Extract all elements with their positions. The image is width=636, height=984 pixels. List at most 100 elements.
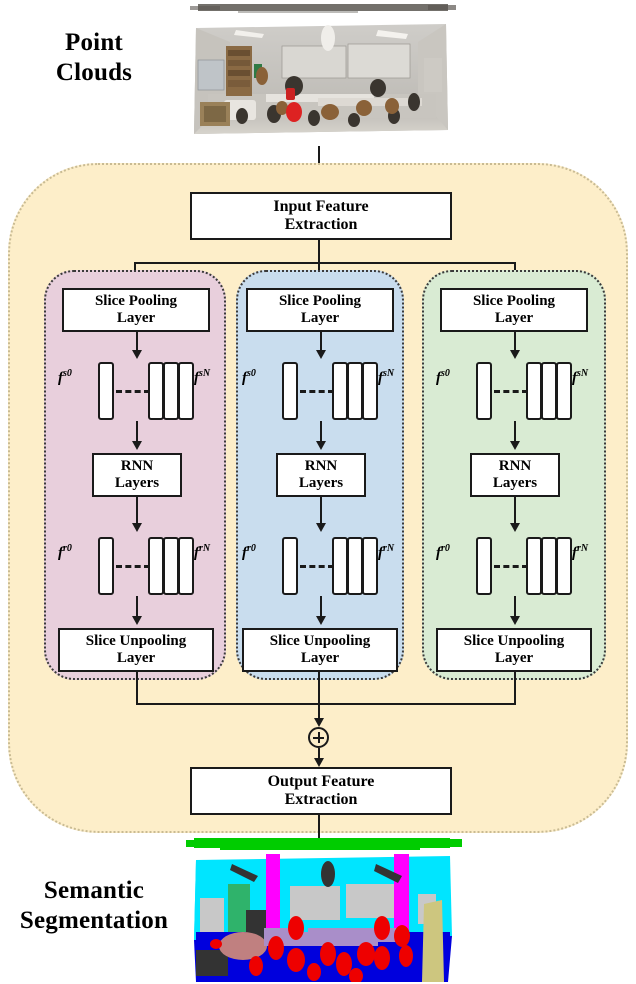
arrowhead-0-feat-to-unpool: [132, 616, 142, 625]
arrowhead-0-rnn-to-feat: [132, 523, 142, 532]
slice-unpooling-block-0[interactable]: Slice Unpooling Layer: [58, 628, 214, 672]
feature-bar-2-first: [476, 362, 492, 420]
rnn-feature-slices-1: fr0 frN: [242, 537, 396, 595]
arrowhead-2-pool-to-feat: [510, 350, 520, 359]
slice-pooling-2-line-2: Layer: [494, 310, 534, 326]
feature-label-2-left: fs0: [436, 368, 450, 386]
sum-node[interactable]: [308, 727, 329, 748]
slice-pooling-0-line-2: Layer: [116, 310, 156, 326]
connector-2-pool-to-feat: [514, 332, 516, 352]
feature-bar-1-n2: [332, 362, 348, 420]
slice-unpooling-1-line-2: Layer: [300, 650, 340, 666]
semantic-segmentation-title: Semantic Segmentation: [0, 876, 190, 935]
rnn-2-line-2: Layers: [492, 475, 538, 491]
arrowhead-1-feat-to-unpool: [316, 616, 326, 625]
semantic-line-1: Semantic: [43, 877, 145, 904]
connector-2-feat-to-unpool: [514, 596, 516, 618]
feature-dash-1: [300, 390, 334, 393]
rnn-0-line-1: RNN: [120, 457, 154, 474]
rnn-feature-bar-2-n2: [526, 537, 542, 595]
output-feature-extraction-block[interactable]: Output Feature Extraction: [190, 767, 452, 815]
connector-0-feat-to-unpool: [136, 596, 138, 618]
rnn-feature-slices-0: fr0 frN: [58, 537, 212, 595]
output-feature-extraction-line-1: Output Feature: [267, 772, 375, 790]
rnn-feature-bar-1-last: [362, 537, 378, 595]
rnn-1-line-1: RNN: [304, 457, 338, 474]
slice-pooling-1-line-1: Slice Pooling: [278, 292, 362, 309]
rnn-feature-label-2-right: frN: [572, 543, 589, 561]
slice-pooling-1-line-2: Layer: [300, 310, 340, 326]
connector-input-down: [318, 240, 320, 262]
slice-pooling-block-0[interactable]: Slice Pooling Layer: [62, 288, 210, 332]
feature-bar-2-n1: [541, 362, 557, 420]
pooled-feature-slices-1: fs0 fsN: [242, 362, 396, 420]
feature-dash-0: [116, 390, 150, 393]
output-feature-extraction-line-2: Extraction: [284, 791, 358, 808]
rnn-feature-bar-0-last: [178, 537, 194, 595]
rnn-feature-bar-0-n1: [163, 537, 179, 595]
arrowhead-2-feat-to-rnn: [510, 441, 520, 450]
rnn-0-line-2: Layers: [114, 475, 160, 491]
arrowhead-0-feat-to-rnn: [132, 441, 142, 450]
rnn-feature-bar-0-n2: [148, 537, 164, 595]
feature-bar-1-n1: [347, 362, 363, 420]
slice-pooling-block-2[interactable]: Slice Pooling Layer: [440, 288, 588, 332]
connector-2-feat-to-rnn: [514, 421, 516, 443]
rnn-feature-slices-2: fr0 frN: [436, 537, 590, 595]
feature-bar-0-first: [98, 362, 114, 420]
rnn-1-line-2: Layers: [298, 475, 344, 491]
feature-bar-2-last: [556, 362, 572, 420]
rnn-feature-label-0-left: fr0: [58, 543, 72, 561]
feature-label-1-left: fs0: [242, 368, 256, 386]
pooled-feature-slices-2: fs0 fsN: [436, 362, 590, 420]
slice-unpooling-2-line-2: Layer: [494, 650, 534, 666]
slice-unpooling-2-line-1: Slice Unpooling: [463, 632, 565, 649]
point-cloud-image: [178, 2, 464, 148]
connector-1-feat-to-rnn: [320, 421, 322, 443]
rnn-feature-bar-2-last: [556, 537, 572, 595]
arrowhead-to-sum: [314, 718, 324, 727]
rnn-feature-label-1-right: frN: [378, 543, 395, 561]
feature-label-2-right: fsN: [572, 368, 589, 386]
point-clouds-title: Point Clouds: [6, 28, 182, 87]
input-feature-extraction-line-1: Input Feature: [273, 197, 369, 215]
connector-1-rnn-to-feat: [320, 497, 322, 525]
arrowhead-1-rnn-to-feat: [316, 523, 326, 532]
slice-unpooling-1-line-1: Slice Unpooling: [269, 632, 371, 649]
feature-label-1-right: fsN: [378, 368, 395, 386]
rnn-layers-block-2[interactable]: RNN Layers: [470, 453, 560, 497]
arrowhead-1-feat-to-rnn: [316, 441, 326, 450]
feature-bar-2-n2: [526, 362, 542, 420]
connector-0-rnn-to-feat: [136, 497, 138, 525]
input-feature-extraction-line-2: Extraction: [284, 216, 358, 233]
rnn-layers-block-1[interactable]: RNN Layers: [276, 453, 366, 497]
rnn-feature-dash-0: [116, 565, 150, 568]
rnn-feature-bar-2-n1: [541, 537, 557, 595]
connector-1-pool-to-feat: [320, 332, 322, 352]
slice-unpooling-block-1[interactable]: Slice Unpooling Layer: [242, 628, 398, 672]
slice-pooling-2-line-1: Slice Pooling: [472, 292, 556, 309]
arrowhead-1-pool-to-feat: [316, 350, 326, 359]
rnn-feature-dash-2: [494, 565, 528, 568]
slice-pooling-block-1[interactable]: Slice Pooling Layer: [246, 288, 394, 332]
slice-unpooling-block-2[interactable]: Slice Unpooling Layer: [436, 628, 592, 672]
rnn-feature-dash-1: [300, 565, 334, 568]
rnn-feature-bar-1-first: [282, 537, 298, 595]
semantic-line-2: Segmentation: [19, 906, 169, 934]
rnn-layers-block-0[interactable]: RNN Layers: [92, 453, 182, 497]
rnn-feature-bar-1-n2: [332, 537, 348, 595]
rnn-feature-label-1-left: fr0: [242, 543, 256, 561]
connector-1-feat-to-unpool: [320, 596, 322, 618]
sum-plus-vertical: [318, 732, 320, 743]
connector-merge-bar: [136, 703, 516, 705]
arrowhead-0-pool-to-feat: [132, 350, 142, 359]
rnn-feature-bar-2-first: [476, 537, 492, 595]
rnn-feature-bar-1-n1: [347, 537, 363, 595]
pooled-feature-slices-0: fs0 fsN: [58, 362, 212, 420]
arrowhead-2-feat-to-unpool: [510, 616, 520, 625]
feature-bar-1-first: [282, 362, 298, 420]
feature-bar-1-last: [362, 362, 378, 420]
input-feature-extraction-block[interactable]: Input Feature Extraction: [190, 192, 452, 240]
feature-dash-2: [494, 390, 528, 393]
rnn-feature-label-2-left: fr0: [436, 543, 450, 561]
